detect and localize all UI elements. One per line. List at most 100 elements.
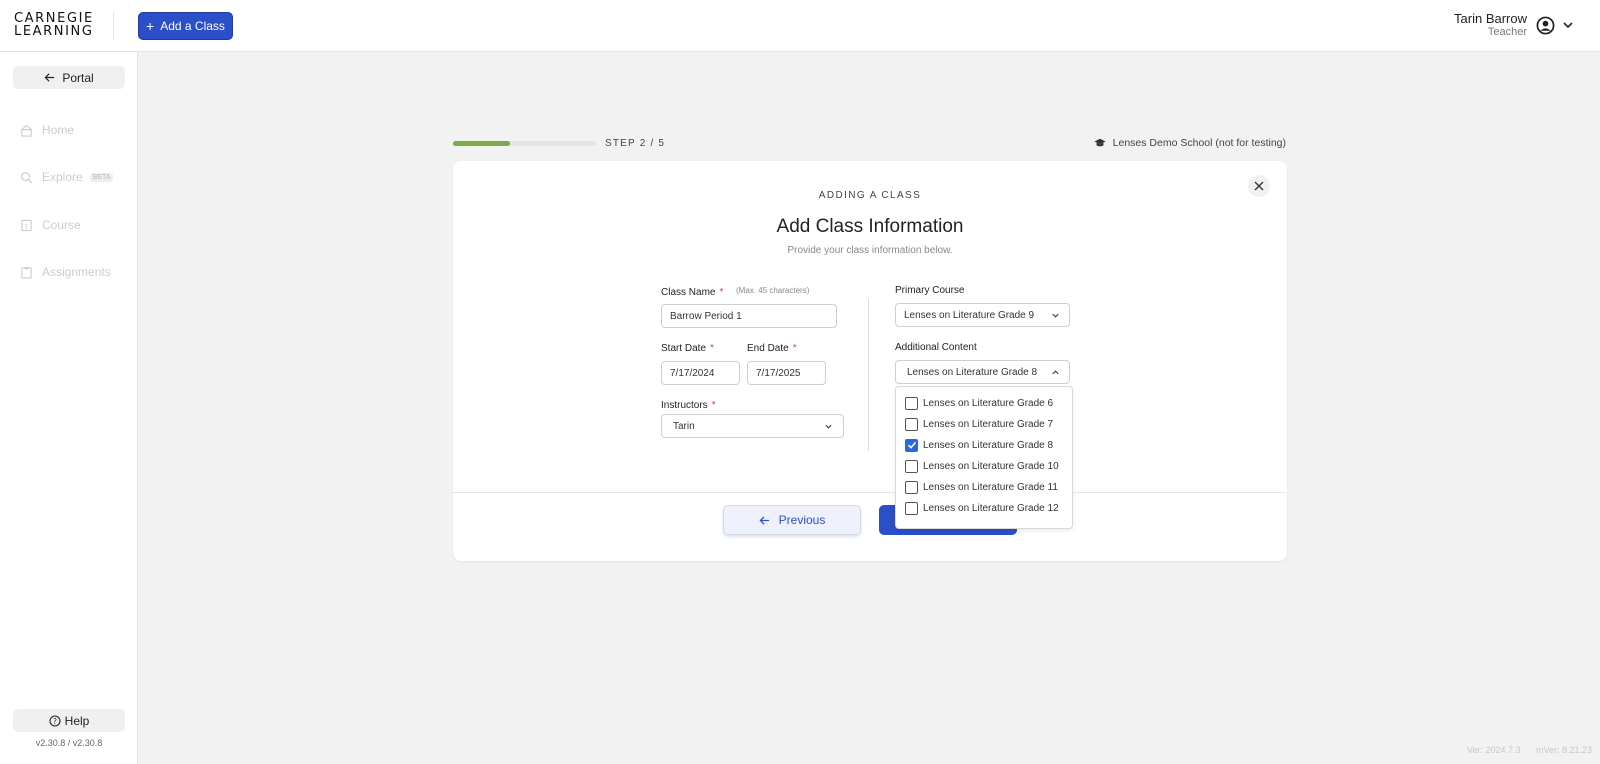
option-label: Lenses on Literature Grade 10 bbox=[923, 460, 1059, 472]
sidebar-item-explore[interactable]: Explore BETA bbox=[20, 168, 114, 186]
school-info: Lenses Demo School (not for testing) bbox=[1094, 137, 1286, 149]
end-date-input[interactable]: 7/17/2025 bbox=[747, 361, 826, 385]
dropdown-option[interactable]: Lenses on Literature Grade 11 bbox=[905, 479, 1058, 495]
chevron-down-icon bbox=[825, 424, 832, 429]
svg-text:1: 1 bbox=[24, 222, 28, 230]
instructors-label: Instructors * bbox=[661, 400, 716, 411]
dropdown-option[interactable]: Lenses on Literature Grade 6 bbox=[905, 395, 1053, 411]
option-label: Lenses on Literature Grade 8 bbox=[923, 439, 1054, 451]
label-text: Start Date bbox=[661, 343, 707, 354]
user-account-icon[interactable] bbox=[1536, 16, 1555, 35]
user-name: Tarin Barrow bbox=[1454, 11, 1527, 26]
footer-version: Ver: 2024.7.3 bbox=[1467, 745, 1521, 755]
sidebar-item-course[interactable]: 1 Course bbox=[20, 216, 81, 234]
add-class-button[interactable]: + Add a Class bbox=[138, 12, 233, 40]
portal-label: Portal bbox=[62, 70, 94, 85]
page-title: Add Class Information bbox=[776, 216, 964, 237]
required-mark: * bbox=[792, 343, 797, 354]
sidebar-item-assignments[interactable]: Assignments bbox=[20, 263, 111, 281]
sidebar-item-label: Explore bbox=[42, 170, 83, 184]
start-date-label: Start Date * bbox=[661, 343, 714, 354]
checkbox-checked[interactable] bbox=[905, 438, 918, 452]
dropdown-option[interactable]: Lenses on Literature Grade 7 bbox=[905, 416, 1053, 432]
app-version: v2.30.8 / v2.30.8 bbox=[35, 738, 103, 748]
help-button[interactable]: ? Help bbox=[13, 709, 125, 732]
chevron-down-icon[interactable] bbox=[1562, 19, 1574, 31]
dropdown-option[interactable]: Lenses on Literature Grade 10 bbox=[905, 458, 1059, 474]
sidebar-item-label: Home bbox=[42, 123, 75, 137]
add-class-label: Add a Class bbox=[160, 19, 225, 33]
class-name-hint: (Max. 45 characters) bbox=[736, 286, 810, 295]
portal-button[interactable]: Portal bbox=[13, 66, 125, 89]
beta-badge: BETA bbox=[89, 172, 114, 182]
help-label: Help bbox=[64, 713, 90, 728]
top-header: CARNEGIE LEARNING + Add a Class Tarin Ba… bbox=[0, 0, 1600, 52]
required-mark: * bbox=[719, 287, 724, 298]
primary-course-value: Lenses on Literature Grade 9 bbox=[904, 309, 1035, 321]
help-icon: ? bbox=[49, 714, 61, 727]
primary-course-label: Primary Course bbox=[895, 285, 965, 296]
page-subtitle: Provide your class information below. bbox=[787, 245, 953, 256]
svg-text:?: ? bbox=[53, 717, 57, 726]
home-icon bbox=[20, 124, 33, 137]
required-mark: * bbox=[710, 343, 714, 354]
checkbox[interactable] bbox=[905, 501, 918, 515]
required-mark: * bbox=[711, 400, 716, 411]
end-date-label: End Date * bbox=[747, 343, 797, 354]
chevron-up-icon bbox=[1052, 370, 1059, 375]
class-name-label: Class Name * bbox=[661, 287, 723, 298]
user-role: Teacher bbox=[1487, 26, 1527, 38]
sidebar-item-label: Assignments bbox=[42, 265, 111, 279]
checkbox[interactable] bbox=[905, 480, 918, 494]
header-divider bbox=[113, 12, 114, 40]
school-name: Lenses Demo School (not for testing) bbox=[1112, 137, 1286, 149]
dropdown-option[interactable]: Lenses on Literature Grade 12 bbox=[905, 500, 1059, 516]
label-text: Instructors bbox=[661, 400, 708, 411]
start-date-value: 7/17/2024 bbox=[670, 367, 715, 379]
footer-mversion: mVer: 8.21.23 bbox=[1536, 745, 1593, 755]
plus-icon: + bbox=[146, 18, 155, 34]
start-date-input[interactable]: 7/17/2024 bbox=[661, 361, 740, 385]
additional-content-dropdown: Lenses on Literature Grade 6 Lenses on L… bbox=[895, 386, 1073, 529]
option-label: Lenses on Literature Grade 7 bbox=[923, 418, 1054, 430]
graduation-cap-icon bbox=[1094, 138, 1106, 147]
search-icon bbox=[21, 171, 33, 183]
sidebar-item-label: Course bbox=[42, 218, 81, 232]
option-label: Lenses on Literature Grade 12 bbox=[923, 502, 1059, 514]
additional-content-value: Lenses on Literature Grade 8 bbox=[907, 366, 1038, 378]
instructors-value: Tarin bbox=[673, 420, 695, 432]
option-label: Lenses on Literature Grade 11 bbox=[923, 481, 1058, 493]
add-class-card: ADDING A CLASS Add Class Information Pro… bbox=[453, 161, 1287, 561]
additional-content-label: Additional Content bbox=[895, 342, 977, 353]
arrow-left-icon bbox=[44, 73, 55, 82]
step-label: STEP 2 / 5 bbox=[605, 138, 666, 149]
primary-course-select[interactable]: Lenses on Literature Grade 9 bbox=[895, 303, 1070, 327]
previous-label: Previous bbox=[778, 513, 826, 527]
card-footer-divider bbox=[453, 492, 1287, 493]
dropdown-option[interactable]: Lenses on Literature Grade 8 bbox=[905, 437, 1053, 453]
assignments-icon bbox=[21, 266, 32, 279]
column-divider bbox=[868, 299, 869, 451]
class-name-input[interactable]: Barrow Period 1 bbox=[661, 304, 837, 328]
card-eyebrow: ADDING A CLASS bbox=[818, 190, 922, 201]
chevron-down-icon bbox=[1052, 313, 1059, 318]
checkbox[interactable] bbox=[905, 417, 918, 431]
instructors-select[interactable]: Tarin bbox=[661, 414, 844, 438]
end-date-value: 7/17/2025 bbox=[756, 367, 801, 379]
step-progress-bar bbox=[453, 141, 596, 146]
previous-button[interactable]: Previous bbox=[723, 505, 861, 535]
label-text: Class Name bbox=[661, 287, 716, 298]
arrow-left-icon bbox=[759, 515, 769, 525]
logo-line-2: LEARNING bbox=[14, 24, 94, 39]
course-icon: 1 bbox=[21, 219, 32, 231]
additional-content-select[interactable]: Lenses on Literature Grade 8 bbox=[895, 360, 1070, 384]
step-progress-fill bbox=[453, 141, 511, 146]
option-label: Lenses on Literature Grade 6 bbox=[923, 397, 1054, 409]
checkbox[interactable] bbox=[905, 459, 918, 473]
sidebar-item-home[interactable]: Home bbox=[20, 121, 74, 139]
class-name-value: Barrow Period 1 bbox=[670, 310, 742, 322]
checkbox[interactable] bbox=[905, 396, 918, 410]
carnegie-learning-logo[interactable]: CARNEGIE LEARNING bbox=[14, 12, 94, 38]
label-text: End Date bbox=[747, 343, 789, 354]
checkmark-icon bbox=[907, 441, 916, 449]
